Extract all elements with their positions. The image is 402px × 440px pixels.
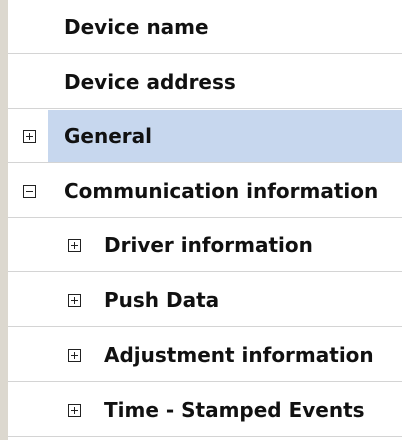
tree-row-time-stamped-events[interactable]: Time - Stamped Events xyxy=(8,384,402,437)
tree-row-push-data[interactable]: Push Data xyxy=(8,274,402,327)
tree-row-label: Device name xyxy=(64,15,209,39)
tree-row-general[interactable]: General xyxy=(8,110,402,163)
plus-box-icon[interactable] xyxy=(23,130,36,143)
plus-box-icon[interactable] xyxy=(68,349,81,362)
tree-row-label: Driver information xyxy=(104,233,313,257)
tree-row-label: Time - Stamped Events xyxy=(104,398,365,422)
minus-box-icon[interactable] xyxy=(23,185,36,198)
tree-row-label: Push Data xyxy=(104,288,220,312)
tree-row-driver-information[interactable]: Driver information xyxy=(8,219,402,272)
tree-row-label: Device address xyxy=(64,70,236,94)
tree-row-label: Adjustment information xyxy=(104,343,374,367)
plus-box-icon[interactable] xyxy=(68,239,81,252)
tree-row-label: Communication information xyxy=(64,179,379,203)
plus-box-icon[interactable] xyxy=(68,404,81,417)
tree-row-device-address[interactable]: Device address xyxy=(8,56,402,109)
plus-box-icon[interactable] xyxy=(68,294,81,307)
tree-row-adjustment-information[interactable]: Adjustment information xyxy=(8,329,402,382)
tree-row-label: General xyxy=(64,124,152,148)
tree-gutter xyxy=(0,0,8,440)
tree-row-communication-information[interactable]: Communication information xyxy=(8,165,402,218)
tree-row-device-name[interactable]: Device name xyxy=(8,1,402,54)
